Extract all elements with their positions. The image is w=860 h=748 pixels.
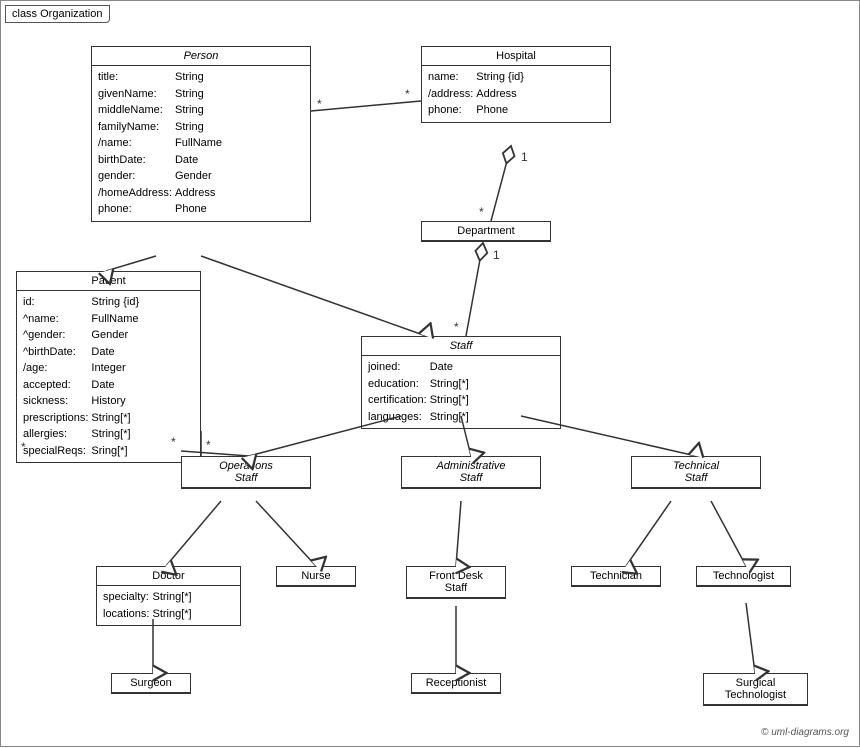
front-desk-staff-title: Front DeskStaff xyxy=(407,567,505,598)
svg-text:*: * xyxy=(206,438,211,452)
administrative-staff-box: AdministrativeStaff xyxy=(401,456,541,489)
department-title: Department xyxy=(422,222,550,241)
staff-body: joined:Date education:String[*] certific… xyxy=(362,356,560,428)
person-title: Person xyxy=(92,47,310,66)
staff-box: Staff joined:Date education:String[*] ce… xyxy=(361,336,561,429)
technical-staff-box: TechnicalStaff xyxy=(631,456,761,489)
patient-title: Patient xyxy=(17,272,200,291)
patient-box: Patient id:String {id} ^name:FullName ^g… xyxy=(16,271,201,463)
hospital-body: name:String {id} /address:Address phone:… xyxy=(422,66,610,122)
svg-text:*: * xyxy=(479,205,484,219)
nurse-box: Nurse xyxy=(276,566,356,587)
operations-staff-box: OperationsStaff xyxy=(181,456,311,489)
nurse-title: Nurse xyxy=(277,567,355,586)
hospital-box: Hospital name:String {id} /address:Addre… xyxy=(421,46,611,123)
technologist-box: Technologist xyxy=(696,566,791,587)
svg-text:*: * xyxy=(405,87,410,101)
doctor-body: specialty:String[*] locations:String[*] xyxy=(97,586,240,625)
diagram-title: class Organization xyxy=(5,5,110,23)
copyright: © uml-diagrams.org xyxy=(761,727,849,738)
technical-staff-title: TechnicalStaff xyxy=(632,457,760,488)
surgical-technologist-box: SurgicalTechnologist xyxy=(703,673,808,706)
receptionist-box: Receptionist xyxy=(411,673,501,694)
svg-text:1: 1 xyxy=(521,150,528,164)
svg-text:*: * xyxy=(317,97,322,111)
operations-staff-title: OperationsStaff xyxy=(182,457,310,488)
front-desk-staff-box: Front DeskStaff xyxy=(406,566,506,599)
hospital-title: Hospital xyxy=(422,47,610,66)
department-box: Department xyxy=(421,221,551,242)
svg-text:1: 1 xyxy=(493,248,500,262)
svg-text:*: * xyxy=(454,320,459,334)
technician-title: Technician xyxy=(572,567,660,586)
person-body: title:String givenName:String middleName… xyxy=(92,66,310,221)
surgeon-box: Surgeon xyxy=(111,673,191,694)
surgeon-title: Surgeon xyxy=(112,674,190,693)
staff-title: Staff xyxy=(362,337,560,356)
doctor-title: Doctor xyxy=(97,567,240,586)
receptionist-title: Receptionist xyxy=(412,674,500,693)
technologist-title: Technologist xyxy=(697,567,790,586)
technician-box: Technician xyxy=(571,566,661,587)
doctor-box: Doctor specialty:String[*] locations:Str… xyxy=(96,566,241,626)
surgical-technologist-title: SurgicalTechnologist xyxy=(704,674,807,705)
administrative-staff-title: AdministrativeStaff xyxy=(402,457,540,488)
patient-body: id:String {id} ^name:FullName ^gender:Ge… xyxy=(17,291,200,462)
person-box: Person title:String givenName:String mid… xyxy=(91,46,311,222)
diagram-container: class Organization Person title:String g… xyxy=(0,0,860,747)
